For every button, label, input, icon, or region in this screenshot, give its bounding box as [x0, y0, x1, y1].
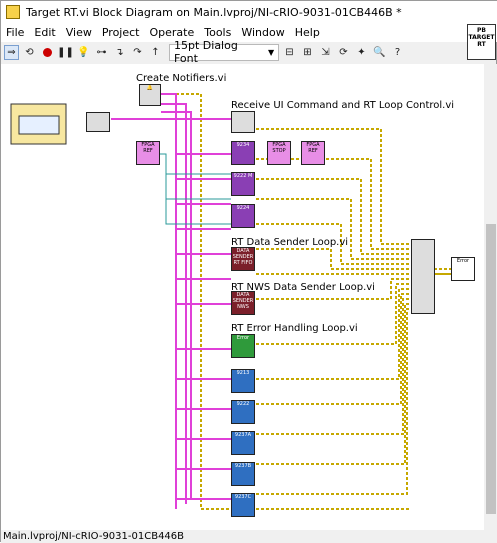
error-out-subvi[interactable]: Error — [451, 257, 475, 281]
cleanup-diagram-icon[interactable]: ✦ — [354, 45, 369, 60]
vi-icon — [6, 5, 20, 19]
labview-window: Target RT.vi Block Diagram on Main.lvpro… — [0, 0, 497, 543]
toolbar: ⇒ ⟲ ❚❚ 💡 ⊶ ↴ ↷ ↑ 15pt Dialog Font ▼ ⊟ ⊞ … — [1, 39, 471, 65]
target-connector-icon[interactable]: PB TARGET RT — [467, 24, 496, 60]
fpga-ref-subvi-1[interactable]: FPGA REF — [136, 141, 160, 165]
menu-edit[interactable]: Edit — [29, 26, 60, 39]
font-select[interactable]: 15pt Dialog Font ▼ — [169, 39, 279, 65]
menu-view[interactable]: View — [61, 26, 97, 39]
step-over-icon[interactable]: ↷ — [130, 45, 145, 60]
module-9237c-subvi[interactable]: 9237C — [231, 493, 255, 517]
status-project-path: Main.lvproj/NI-cRIO-9031-01CB446B — [3, 531, 185, 542]
module-9222m-subvi[interactable]: 9222 M — [231, 172, 255, 196]
distribute-objects-icon[interactable]: ⊞ — [300, 45, 315, 60]
align-objects-icon[interactable]: ⊟ — [282, 45, 297, 60]
create-notifiers-subvi[interactable]: 🔔 — [139, 84, 161, 106]
rt-init-node[interactable] — [86, 112, 110, 132]
title-bar: Target RT.vi Block Diagram on Main.lvpro… — [1, 1, 497, 23]
reorder-icon[interactable]: ⟳ — [336, 45, 351, 60]
menu-window[interactable]: Window — [236, 26, 289, 39]
module-9237b-subvi[interactable]: 9237B — [231, 462, 255, 486]
module-9234-subvi[interactable]: 9234 — [231, 141, 255, 165]
retain-wire-values-icon[interactable]: ⊶ — [94, 45, 109, 60]
fpga-ref-subvi-2[interactable]: FPGA REF — [301, 141, 325, 165]
create-notifiers-label: Create Notifiers.vi — [136, 73, 227, 84]
menu-file[interactable]: File — [1, 26, 29, 39]
resize-objects-icon[interactable]: ⇲ — [318, 45, 333, 60]
target-icon-text-2: TARGET — [468, 34, 495, 41]
error-handling-subvi[interactable]: Error — [231, 334, 255, 358]
chevron-down-icon: ▼ — [268, 47, 275, 57]
module-9224-subvi[interactable]: 9224 — [231, 204, 255, 228]
merge-errors-node[interactable] — [411, 239, 435, 314]
window-title: Target RT.vi Block Diagram on Main.lvpro… — [26, 5, 402, 19]
menu-operate[interactable]: Operate — [144, 26, 199, 39]
module-9222-subvi[interactable]: 9222 — [231, 400, 255, 424]
receive-ui-label: Receive UI Command and RT Loop Control.v… — [231, 100, 455, 111]
scrollbar-thumb[interactable] — [486, 224, 496, 514]
run-continuous-icon[interactable]: ⟲ — [22, 45, 37, 60]
fpga-stop-subvi[interactable]: FPGA STOP — [267, 141, 291, 165]
vertical-scrollbar[interactable] — [484, 64, 497, 530]
menu-project[interactable]: Project — [97, 26, 145, 39]
menu-help[interactable]: Help — [290, 26, 325, 39]
abort-icon[interactable] — [40, 45, 55, 60]
module-9237a-subvi[interactable]: 9237A — [231, 431, 255, 455]
nws-sender-subvi[interactable]: DATA SENDER NWS — [231, 291, 255, 315]
pause-icon[interactable]: ❚❚ — [57, 45, 74, 60]
run-arrow-icon[interactable]: ⇒ — [4, 44, 19, 60]
highlight-execution-icon[interactable]: 💡 — [76, 45, 91, 60]
status-bar: Main.lvproj/NI-cRIO-9031-01CB446B — [1, 530, 497, 543]
block-diagram-canvas[interactable]: Create Notifiers.vi Receive UI Command a… — [1, 64, 484, 530]
bell-icon: 🔔 — [146, 85, 154, 91]
context-help-icon[interactable]: ? — [390, 45, 405, 60]
module-9213-subvi[interactable]: 9213 — [231, 369, 255, 393]
error-handling-label: RT Error Handling Loop.vi — [231, 323, 358, 334]
target-icon-text-3: RT — [477, 41, 486, 48]
data-sender-subvi[interactable]: DATA SENDER RT FIFO — [231, 247, 255, 271]
step-into-icon[interactable]: ↴ — [112, 45, 127, 60]
receive-ui-subvi[interactable] — [231, 111, 255, 133]
menu-tools[interactable]: Tools — [199, 26, 236, 39]
font-select-value: 15pt Dialog Font — [174, 39, 238, 65]
target-icon-text-1: PB — [477, 27, 486, 34]
step-out-icon[interactable]: ↑ — [148, 45, 163, 60]
search-icon[interactable]: 🔍 — [372, 45, 387, 60]
